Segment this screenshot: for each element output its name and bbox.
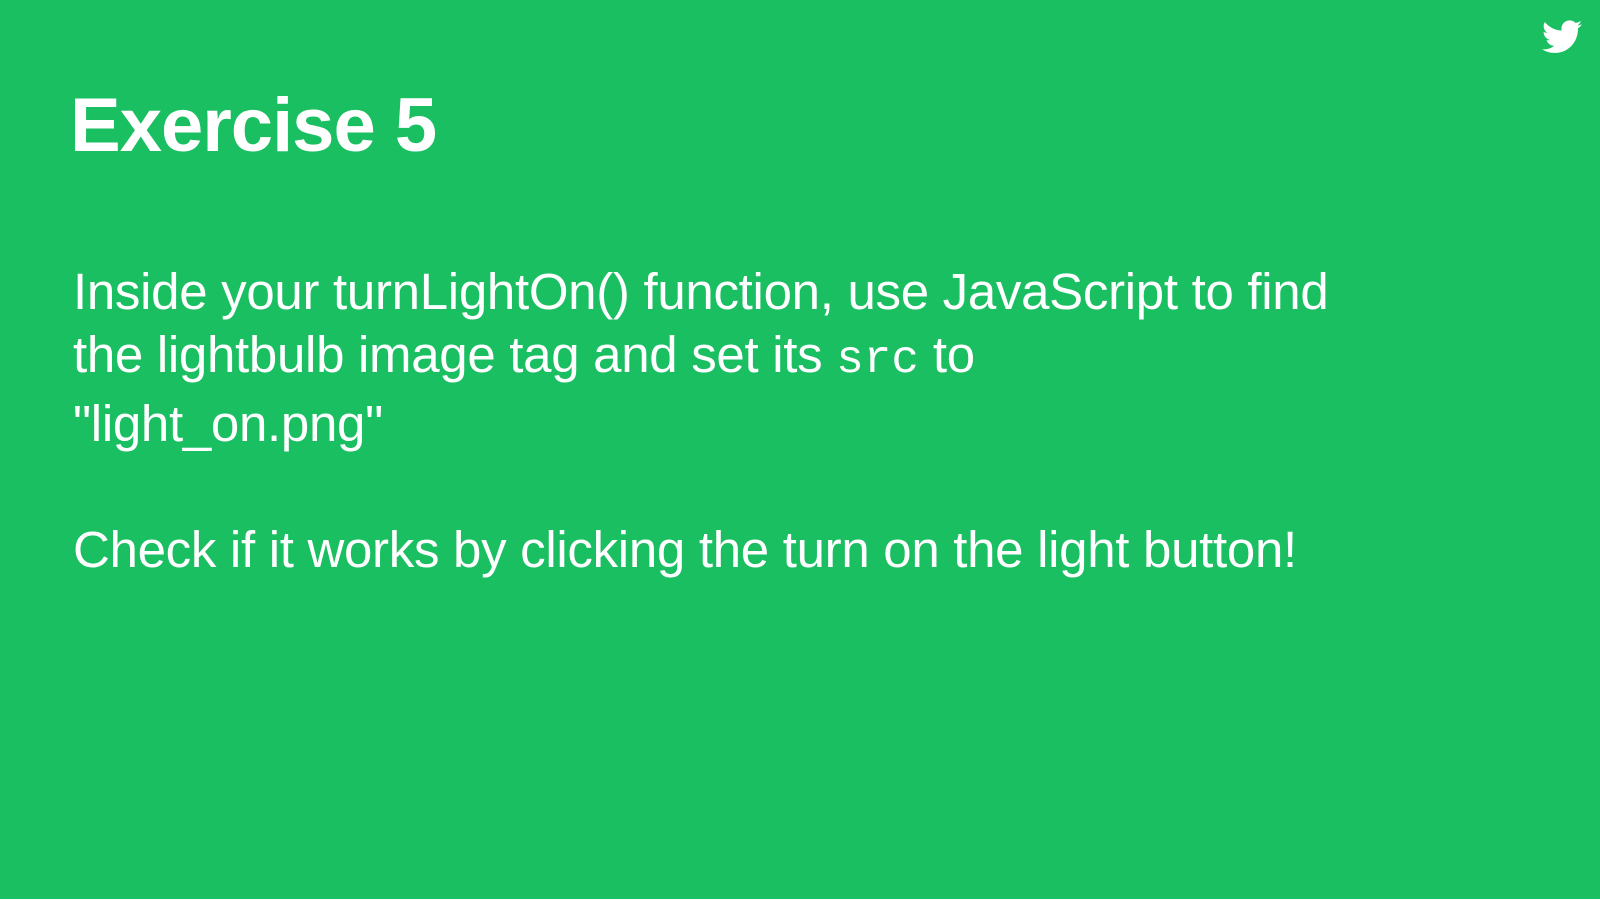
instruction-line-1: Inside your turnLightOn() function, use …	[73, 263, 1329, 320]
code-src: src	[836, 334, 920, 386]
slide-title: Exercise 5	[70, 83, 437, 168]
instruction-line-3: "light_on.png"	[73, 395, 383, 452]
instruction-line-2-end: to	[919, 326, 975, 383]
slide: Exercise 5 Inside your turnLightOn() fun…	[0, 0, 1600, 899]
instruction-line-2-start: the lightbulb image tag and set its	[73, 326, 837, 383]
instruction-paragraph: Inside your turnLightOn() function, use …	[73, 260, 1533, 455]
twitter-bird-icon	[1542, 20, 1582, 54]
check-paragraph: Check if it works by clicking the turn o…	[73, 521, 1297, 578]
slide-body: Inside your turnLightOn() function, use …	[73, 260, 1533, 581]
